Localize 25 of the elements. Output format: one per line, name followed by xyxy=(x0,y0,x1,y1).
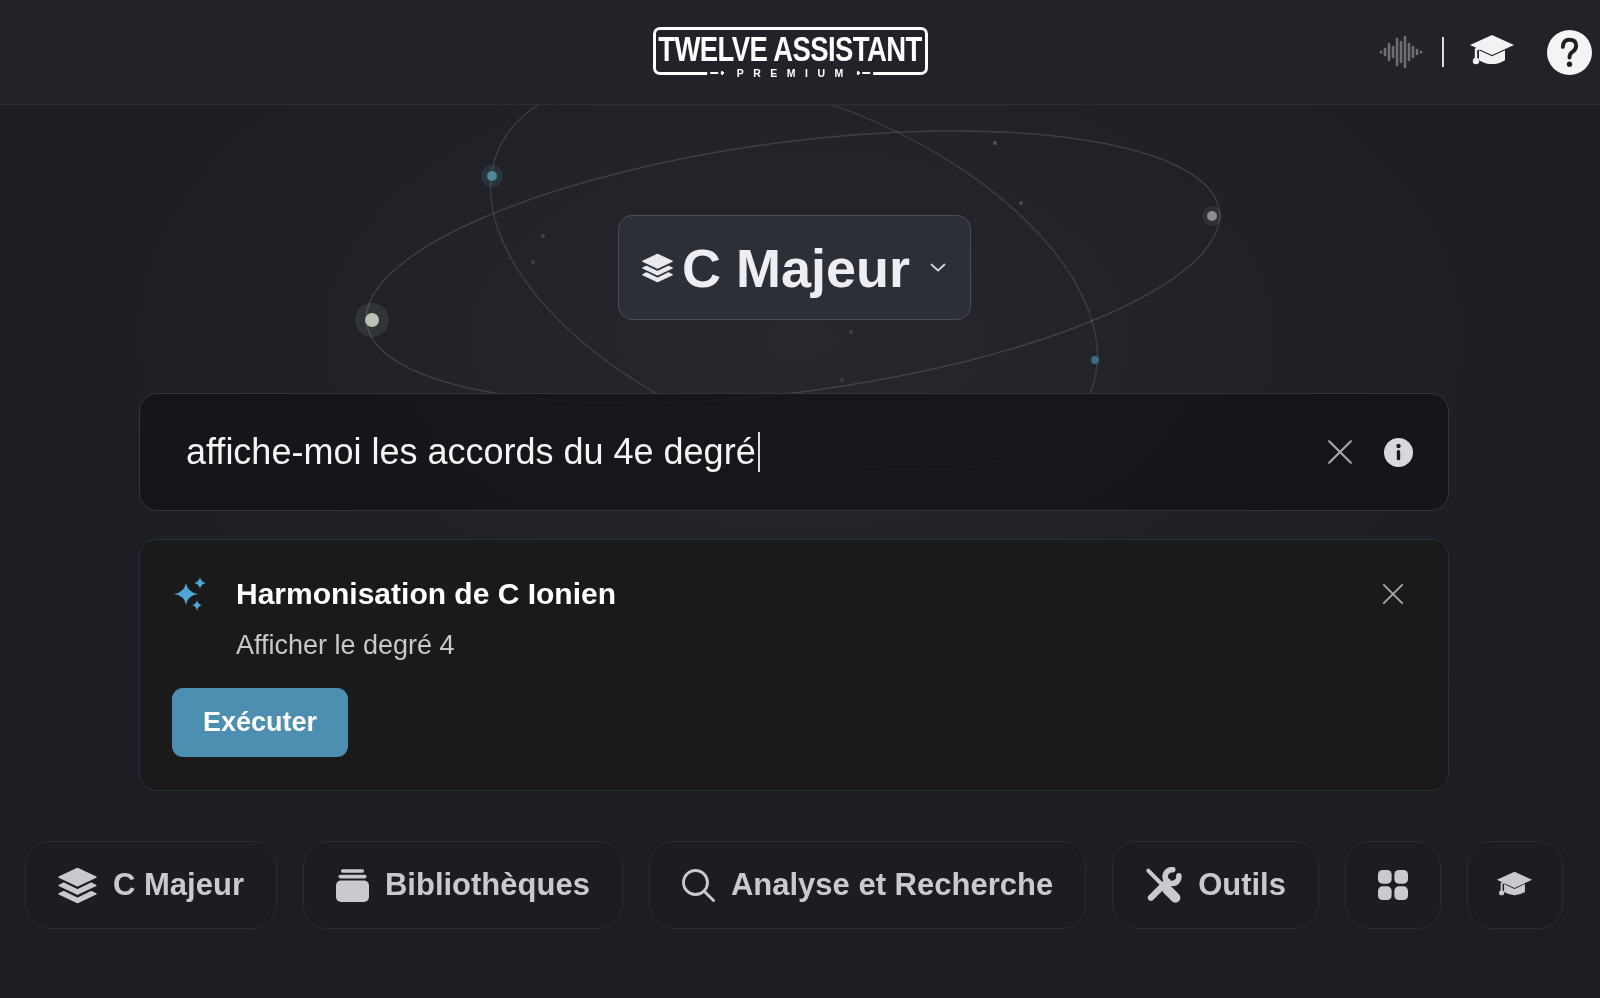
close-icon[interactable] xyxy=(1327,439,1353,465)
logo-title: TWELVE ASSISTANT xyxy=(658,29,922,69)
apps-button[interactable] xyxy=(1344,841,1441,929)
tools-icon xyxy=(1145,866,1183,904)
search-icon xyxy=(681,868,715,902)
suggestion-title: Harmonisation de C Ionien xyxy=(236,577,617,611)
learn-button[interactable] xyxy=(1466,841,1563,929)
info-icon[interactable] xyxy=(1384,437,1413,467)
execute-button[interactable]: Exécuter xyxy=(172,688,349,757)
close-icon[interactable] xyxy=(1382,583,1404,605)
command-input[interactable]: affiche-moi les accords du 4e degré xyxy=(186,422,1296,482)
analysis-search-button[interactable]: Analyse et Recherche xyxy=(648,841,1087,929)
layers-icon xyxy=(58,866,98,904)
chevron-down-icon xyxy=(930,263,947,272)
scale-button[interactable]: C Majeur xyxy=(25,841,277,929)
logo-subtitle: PREMIUM xyxy=(707,66,873,80)
layers-icon xyxy=(641,252,673,283)
tools-button[interactable]: Outils xyxy=(1112,841,1319,929)
waveform-icon[interactable] xyxy=(1379,35,1423,69)
card-stack-icon xyxy=(335,868,369,902)
scale-selector[interactable]: C Majeur xyxy=(617,215,971,320)
libraries-button[interactable]: Bibliothèques xyxy=(302,841,623,929)
suggestion-description: Afficher le degré 4 xyxy=(236,629,455,661)
grid-icon xyxy=(1377,870,1408,900)
help-icon[interactable] xyxy=(1547,29,1592,75)
